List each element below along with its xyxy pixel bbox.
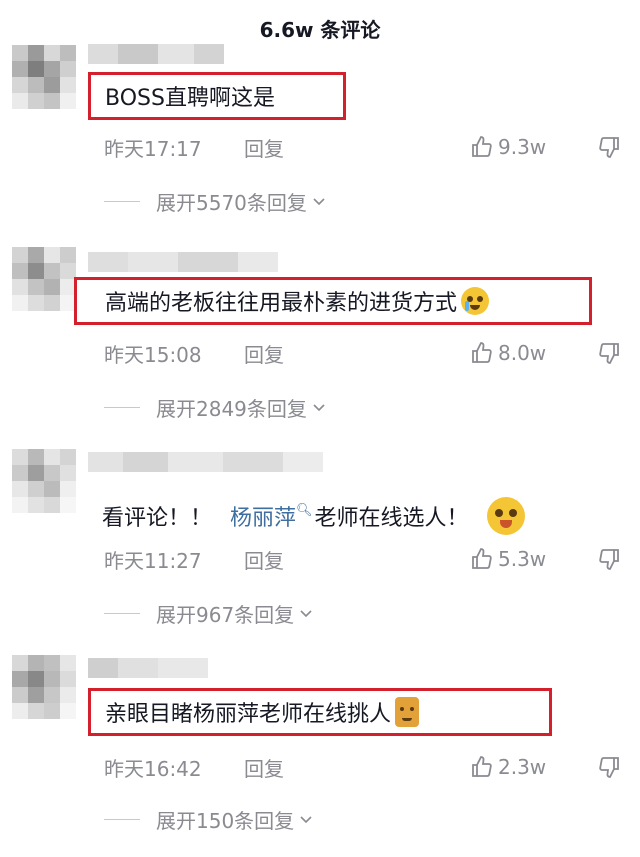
thumbs-up-icon [472, 136, 492, 157]
comment-text: 亲眼目睹杨丽萍老师在线挑人 [105, 702, 392, 727]
reply-button[interactable]: 回复 [244, 753, 284, 782]
divider [104, 612, 140, 614]
thumbs-up-icon [472, 548, 492, 569]
thumbs-up-icon [472, 342, 492, 363]
comment-text: BOSS直聘啊这是 [105, 86, 275, 111]
chevron-down-icon [300, 610, 312, 618]
expand-replies-label: 展开967条回复 [156, 602, 295, 627]
dislike-button[interactable] [597, 338, 621, 368]
reply-button[interactable]: 回复 [244, 133, 284, 162]
avatar[interactable] [12, 45, 76, 109]
mention-link[interactable]: 杨丽萍 [230, 500, 296, 532]
avatar[interactable] [12, 247, 76, 311]
nickname-blurred[interactable] [88, 658, 208, 678]
nickname-blurred[interactable] [88, 452, 323, 472]
like-button[interactable]: 9.3w [470, 132, 546, 162]
expand-replies[interactable]: 展开2849条回复 [104, 392, 327, 422]
divider [104, 406, 140, 408]
pleading-face-icon [486, 497, 525, 535]
dislike-button[interactable] [597, 544, 621, 574]
comment-time: 昨天16:42 [104, 756, 202, 781]
avatar[interactable] [12, 449, 76, 513]
reply-button[interactable]: 回复 [244, 339, 284, 368]
chevron-down-icon [313, 404, 325, 412]
like-count: 9.3w [498, 135, 547, 159]
divider [104, 818, 140, 820]
thumbs-down-icon [599, 137, 619, 158]
search-icon[interactable]: 🔍︎ [296, 503, 313, 518]
nickname-blurred[interactable] [88, 44, 224, 64]
expand-replies-label: 展开2849条回复 [156, 396, 307, 421]
like-button[interactable]: 5.3w [470, 544, 546, 574]
avatar[interactable] [12, 655, 76, 719]
thumbs-down-icon [599, 549, 619, 570]
thumbs-down-icon [599, 343, 619, 364]
like-button[interactable]: 2.3w [470, 752, 546, 782]
comment-text-highlight: BOSS直聘啊这是 [88, 72, 346, 120]
comment-time: 昨天17:17 [104, 136, 202, 161]
nickname-blurred[interactable] [88, 252, 278, 272]
comment-time: 昨天11:27 [104, 548, 202, 573]
like-count: 8.0w [498, 341, 547, 365]
comment-text-highlight: 亲眼目睹杨丽萍老师在线挑人 [88, 688, 552, 736]
like-count: 5.3w [498, 547, 547, 571]
comment-text: 看评论！！ [102, 506, 213, 531]
expand-replies[interactable]: 展开150条回复 [104, 804, 314, 834]
comment-text: 老师在线选人！ [314, 506, 469, 531]
thumbs-down-icon [599, 757, 619, 778]
crying-face-icon [461, 287, 490, 315]
chevron-down-icon [313, 198, 325, 206]
comment-text-highlight: 高端的老板往往用最朴素的进货方式 [74, 277, 592, 325]
like-count: 2.3w [498, 755, 547, 779]
expand-replies[interactable]: 展开967条回复 [104, 598, 314, 628]
dislike-button[interactable] [597, 752, 621, 782]
comment-text-row: 看评论！！ 杨丽萍 🔍︎ 老师在线选人！ [102, 492, 525, 540]
divider [104, 200, 140, 202]
comment-time: 昨天15:08 [104, 342, 202, 367]
comment-text: 高端的老板往往用最朴素的进货方式 [105, 291, 458, 316]
cat-icon [395, 697, 420, 727]
reply-button[interactable]: 回复 [244, 545, 284, 574]
chevron-down-icon [300, 816, 312, 824]
thumbs-up-icon [472, 756, 492, 777]
like-button[interactable]: 8.0w [470, 338, 546, 368]
expand-replies-label: 展开150条回复 [156, 808, 295, 833]
expand-replies-label: 展开5570条回复 [156, 190, 307, 215]
expand-replies[interactable]: 展开5570条回复 [104, 186, 327, 216]
dislike-button[interactable] [597, 132, 621, 162]
